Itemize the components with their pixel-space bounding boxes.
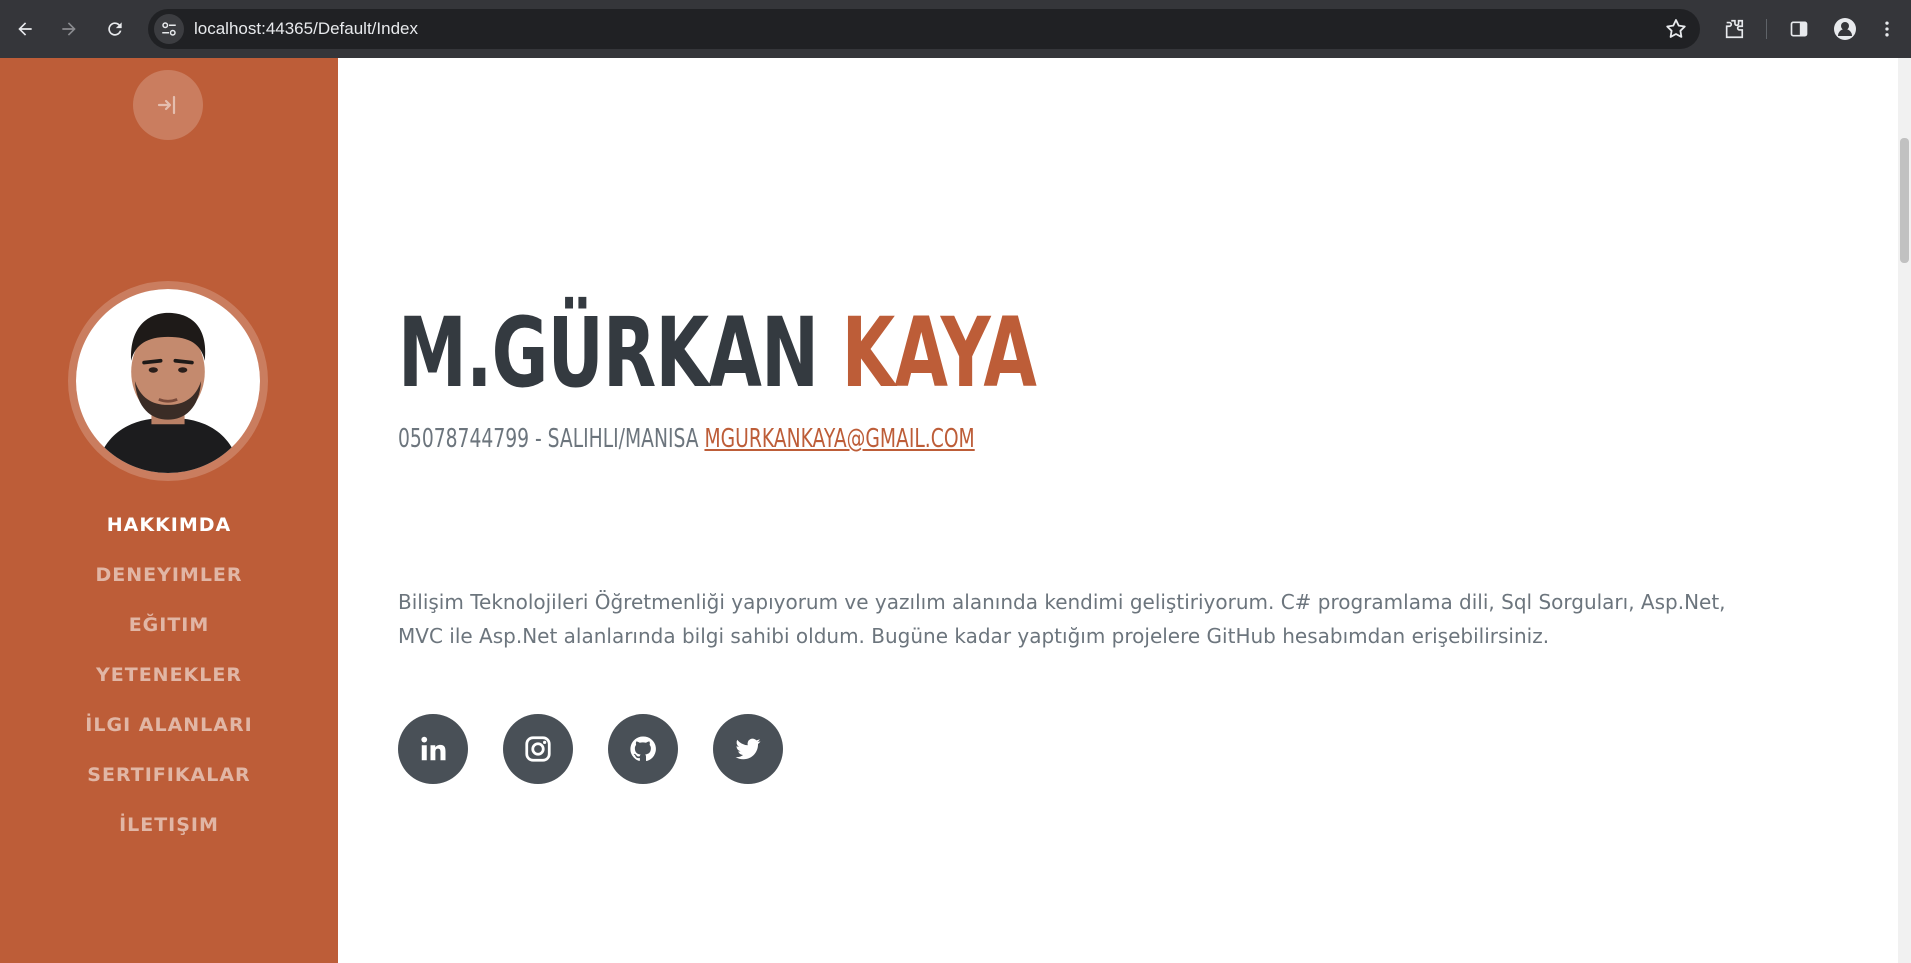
reload-icon bbox=[108, 22, 122, 36]
login-button[interactable] bbox=[133, 70, 203, 140]
last-name: KAYA bbox=[841, 297, 1037, 409]
back-button[interactable] bbox=[6, 10, 44, 48]
forward-icon bbox=[62, 22, 76, 36]
sidebar-nav: HAKKIMDA DENEYIMLER EĞITIM YETENEKLER İL… bbox=[0, 500, 338, 850]
instagram-icon bbox=[525, 736, 551, 762]
menu-icon bbox=[1885, 21, 1889, 37]
site-settings-icon[interactable] bbox=[154, 14, 184, 44]
nav-item-egitim[interactable]: EĞITIM bbox=[0, 600, 338, 650]
nav-item-deneyimler[interactable]: DENEYIMLER bbox=[0, 550, 338, 600]
twitter-icon bbox=[735, 738, 761, 760]
sidebar: HAKKIMDA DENEYIMLER EĞITIM YETENEKLER İL… bbox=[0, 58, 338, 963]
nav-item-iletisim[interactable]: İLETIŞIM bbox=[0, 800, 338, 850]
github-icon bbox=[630, 736, 656, 762]
extensions-button[interactable] bbox=[1717, 12, 1751, 46]
nav-item-ilgi-alanlari[interactable]: İLGI ALANLARI bbox=[0, 700, 338, 750]
github-button[interactable] bbox=[608, 714, 678, 784]
twitter-button[interactable] bbox=[713, 714, 783, 784]
page-scrollbar[interactable] bbox=[1898, 58, 1911, 963]
instagram-button[interactable] bbox=[503, 714, 573, 784]
first-name: M.GÜRKAN bbox=[398, 297, 819, 409]
login-icon bbox=[157, 95, 176, 115]
profile-button[interactable] bbox=[1828, 12, 1862, 46]
profile-photo bbox=[76, 289, 260, 473]
contact-line: 05078744799 - SALIHLI/MANISA MGURKANKAYA… bbox=[398, 424, 975, 454]
linkedin-icon bbox=[421, 736, 446, 761]
toolbar-divider bbox=[1766, 19, 1767, 39]
avatar bbox=[68, 281, 268, 481]
bookmark-star-icon[interactable] bbox=[1664, 17, 1688, 41]
social-links bbox=[398, 714, 783, 784]
phone-location: 05078744799 - SALIHLI/MANISA bbox=[398, 424, 699, 454]
forward-button[interactable] bbox=[50, 10, 88, 48]
bio-text: Bilişim Teknolojileri Öğretmenliği yapıy… bbox=[398, 590, 1726, 648]
about-section: M.GÜRKAN KAYA 05078744799 - SALIHLI/MANI… bbox=[338, 58, 1898, 963]
address-bar[interactable]: localhost:44365/Default/Index bbox=[148, 9, 1700, 49]
reload-button[interactable] bbox=[96, 10, 134, 48]
page-title: M.GÜRKAN KAYA bbox=[398, 303, 1037, 403]
browser-toolbar: localhost:44365/Default/Index bbox=[0, 0, 1911, 58]
side-panel-button[interactable] bbox=[1782, 12, 1816, 46]
side-panel-icon bbox=[1790, 21, 1808, 37]
nav-item-hakkimda[interactable]: HAKKIMDA bbox=[0, 500, 338, 550]
scrollbar-thumb[interactable] bbox=[1900, 138, 1909, 263]
url-text[interactable]: localhost:44365/Default/Index bbox=[194, 9, 418, 49]
nav-item-yetenekler[interactable]: YETENEKLER bbox=[0, 650, 338, 700]
back-icon bbox=[18, 22, 32, 36]
extensions-icon bbox=[1725, 19, 1744, 39]
browser-menu-button[interactable] bbox=[1870, 12, 1904, 46]
email-link[interactable]: MGURKANKAYA@GMAIL.COM bbox=[704, 424, 974, 454]
profile-icon bbox=[1834, 18, 1856, 40]
linkedin-button[interactable] bbox=[398, 714, 468, 784]
nav-item-sertifikalar[interactable]: SERTIFIKALAR bbox=[0, 750, 338, 800]
